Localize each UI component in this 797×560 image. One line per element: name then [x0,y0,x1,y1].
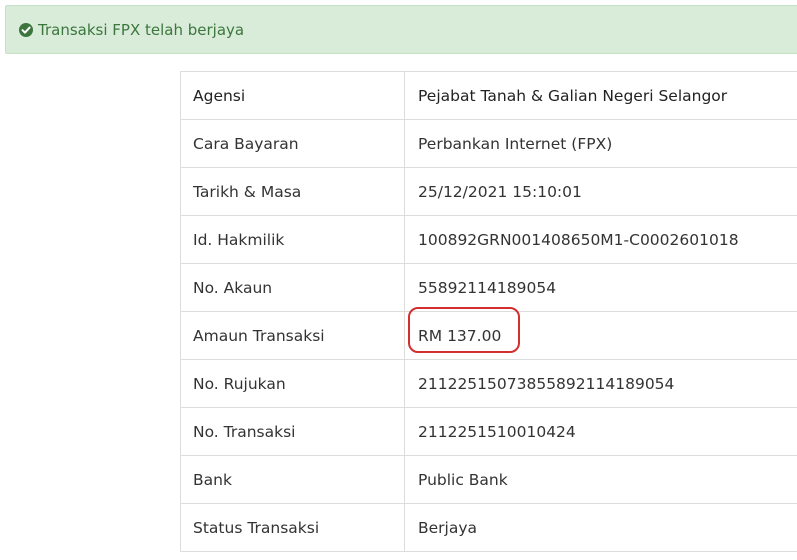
table-row: No. Akaun 55892114189054 [180,263,797,312]
success-alert: Transaksi FPX telah berjaya [5,5,797,54]
row-label-bank: Bank [180,455,405,504]
row-value-bank: Public Bank [404,455,797,504]
check-circle-icon [18,22,34,38]
row-value-reference-no: 21122515073855892114189054 [404,359,797,408]
row-label-transaction-no: No. Transaksi [180,407,405,456]
row-label-reference-no: No. Rujukan [180,359,405,408]
table-row: Bank Public Bank [180,455,797,504]
table-row: Amaun Transaksi RM 137.00 [180,306,797,360]
row-label-date-time: Tarikh & Masa [180,167,405,216]
row-value-title-id: 100892GRN001408650M1-C0002601018 [404,215,797,264]
payment-receipt-page: Transaksi FPX telah berjaya Agensi Pejab… [0,0,797,560]
table-row: No. Rujukan 21122515073855892114189054 [180,359,797,408]
table-row: Id. Hakmilik 100892GRN001408650M1-C00026… [180,215,797,264]
row-label-amount: Amaun Transaksi [180,311,405,360]
row-value-transaction-no: 2112251510010424 [404,407,797,456]
table-row: Status Transaksi Berjaya [180,503,797,552]
transaction-details-table: Agensi Pejabat Tanah & Galian Negeri Sel… [180,71,797,552]
table-row: Cara Bayaran Perbankan Internet (FPX) [180,119,797,168]
row-value-amount-cell: RM 137.00 [404,306,797,360]
row-label-payment-method: Cara Bayaran [180,119,405,168]
row-value-amount: RM 137.00 [418,326,502,345]
amount-highlight: RM 137.00 [408,306,520,353]
table-row: Agensi Pejabat Tanah & Galian Negeri Sel… [180,71,797,120]
row-value-status: Berjaya [404,503,797,552]
row-label-title-id: Id. Hakmilik [180,215,405,264]
row-value-account-no: 55892114189054 [404,263,797,312]
row-label-status: Status Transaksi [180,503,405,552]
table-row: No. Transaksi 2112251510010424 [180,407,797,456]
row-value-payment-method: Perbankan Internet (FPX) [404,119,797,168]
row-label-account-no: No. Akaun [180,263,405,312]
row-value-date-time: 25/12/2021 15:10:01 [404,167,797,216]
success-alert-message: Transaksi FPX telah berjaya [38,20,245,39]
table-row: Tarikh & Masa 25/12/2021 15:10:01 [180,167,797,216]
row-label-agency: Agensi [180,71,405,120]
row-value-agency: Pejabat Tanah & Galian Negeri Selangor [404,71,797,120]
